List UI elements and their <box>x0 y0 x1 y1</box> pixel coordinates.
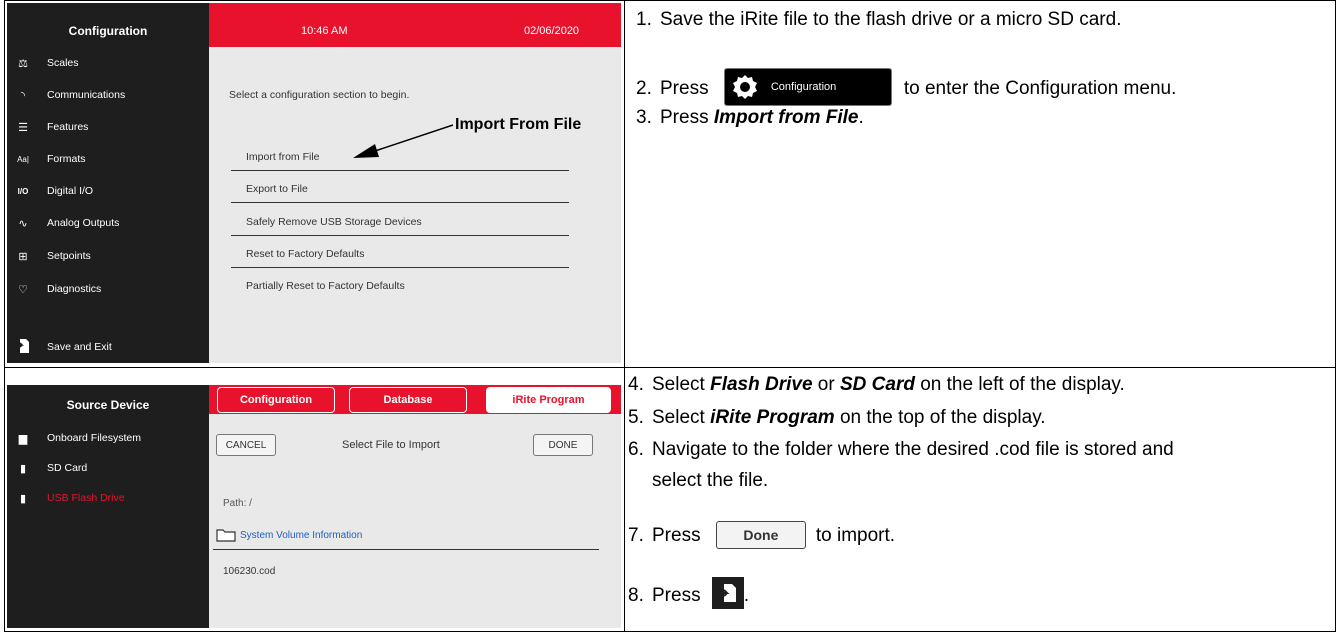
tab-bar: Configuration Database iRite Program <box>209 385 621 414</box>
configuration-screenshot: Configuration ⚖ Scales ◝ Communications … <box>7 3 621 363</box>
source-sidebar: Source Device ▆ Onboard Filesystem ▮ SD … <box>7 385 209 628</box>
import-callout-label: Import From File <box>455 116 582 133</box>
analog-outputs-icon: ∿ <box>18 217 28 230</box>
config-content: Select a configuration section to begin.… <box>209 47 621 363</box>
file-browser: CANCEL Select File to Import DONE Path: … <box>209 414 621 628</box>
source-item-onboard[interactable]: ▆ Onboard Filesystem <box>7 428 209 448</box>
folder-row[interactable]: System Volume Information <box>216 528 362 542</box>
menu-divider <box>231 202 569 203</box>
menu-divider <box>231 267 569 268</box>
digital-io-icon: I/O <box>17 186 29 196</box>
source-item-sd-card[interactable]: ▮ SD Card <box>7 458 209 478</box>
step-6: 6. Navigate to the folder where the desir… <box>628 439 1174 460</box>
save-exit-icon <box>16 338 30 357</box>
sidebar-item-label: Diagnostics <box>47 283 102 295</box>
cancel-button[interactable]: CANCEL <box>216 434 276 456</box>
tab-database[interactable]: Database <box>349 387 467 413</box>
done-button[interactable]: DONE <box>533 434 593 456</box>
sidebar-item-label: Communications <box>47 89 126 101</box>
scales-icon: ⚖ <box>18 57 28 70</box>
step-6-continued: select the file. <box>652 470 769 491</box>
sidebar-item-label: Scales <box>47 57 79 69</box>
sidebar-item-setpoints[interactable]: ⊞ Setpoints <box>7 246 209 266</box>
configuration-button-image: Configuration <box>723 68 892 106</box>
save-exit-icon <box>711 577 744 609</box>
step-5: 5. Select iRite Program on the top of the… <box>628 407 1046 428</box>
formats-icon: Aa| <box>17 154 29 164</box>
sidebar-item-scales[interactable]: ⚖ Scales <box>7 53 209 73</box>
sidebar-item-label: Setpoints <box>47 250 91 262</box>
sidebar-item-digital-io[interactable]: I/O Digital I/O <box>7 181 209 201</box>
step-8: 8. Press . <box>628 577 749 612</box>
usb-drive-icon: ▮ <box>19 492 27 505</box>
callout-arrow <box>353 124 454 158</box>
step-3: 3. Press Import from File. <box>636 107 864 128</box>
save-and-exit-button[interactable]: Save and Exit <box>7 337 209 357</box>
step-2: 2. Press Configuration to enter the Confi… <box>636 68 1176 108</box>
menu-divider <box>231 170 569 171</box>
row-divider <box>4 367 1336 368</box>
menu-item-reset-factory-defaults[interactable]: Reset to Factory Defaults <box>246 248 364 260</box>
diagnostics-icon: ♡ <box>18 283 28 296</box>
menu-item-partially-reset[interactable]: Partially Reset to Factory Defaults <box>246 280 405 292</box>
import-file-screenshot: Source Device ▆ Onboard Filesystem ▮ SD … <box>7 385 621 628</box>
step-7: 7. Press Done to import. <box>628 521 895 550</box>
sidebar-title: Configuration <box>68 24 148 38</box>
sidebar-item-label: Save and Exit <box>47 341 112 353</box>
features-icon: ☰ <box>18 121 28 134</box>
path-label: Path: / <box>223 498 252 509</box>
folder-icon <box>216 528 236 542</box>
header-bar: 10:46 AM 02/06/2020 <box>209 3 621 47</box>
file-row[interactable]: 106230.cod <box>223 566 275 577</box>
communications-icon: ◝ <box>20 89 26 102</box>
sidebar-item-communications[interactable]: ◝ Communications <box>7 85 209 105</box>
step-1: 1. Save the iRite file to the flash drive… <box>636 9 1122 30</box>
source-item-label: SD Card <box>47 462 88 474</box>
config-sidebar: Configuration ⚖ Scales ◝ Communications … <box>7 3 209 363</box>
sd-card-icon: ▮ <box>19 462 27 475</box>
column-divider <box>624 0 625 632</box>
step-4: 4. Select Flash Drive or SD Card on the l… <box>628 374 1125 395</box>
gear-icon <box>727 69 763 105</box>
sidebar-item-label: Features <box>47 121 89 133</box>
sidebar-item-label: Analog Outputs <box>47 217 120 229</box>
config-prompt: Select a configuration section to begin. <box>229 89 410 101</box>
menu-item-import-from-file[interactable]: Import from File <box>246 151 320 163</box>
source-item-label: Onboard Filesystem <box>47 432 141 444</box>
menu-item-export-to-file[interactable]: Export to File <box>246 183 308 195</box>
source-item-label: USB Flash Drive <box>47 492 125 504</box>
tab-irite-program[interactable]: iRite Program <box>486 387 611 413</box>
sidebar-item-features[interactable]: ☰ Features <box>7 117 209 137</box>
tab-configuration[interactable]: Configuration <box>217 387 335 413</box>
header-date: 02/06/2020 <box>524 25 580 37</box>
menu-item-safely-remove-usb[interactable]: Safely Remove USB Storage Devices <box>246 216 422 228</box>
source-sidebar-title: Source Device <box>66 398 150 412</box>
folder-divider <box>213 549 599 550</box>
sidebar-item-analog-outputs[interactable]: ∿ Analog Outputs <box>7 213 209 233</box>
header-time: 10:46 AM <box>301 25 348 37</box>
sidebar-item-diagnostics[interactable]: ♡ Diagnostics <box>7 279 209 299</box>
done-button-image: Done <box>715 521 806 549</box>
source-item-usb-flash-drive[interactable]: ▮ USB Flash Drive <box>7 488 209 508</box>
sidebar-item-label: Digital I/O <box>47 185 94 197</box>
menu-divider <box>231 235 569 236</box>
sidebar-item-label: Formats <box>47 153 86 165</box>
folder-icon: ▆ <box>18 432 28 445</box>
sidebar-item-formats[interactable]: Aa| Formats <box>7 149 209 169</box>
file-browser-heading: Select File to Import <box>342 439 440 451</box>
setpoints-icon: ⊞ <box>18 250 28 263</box>
